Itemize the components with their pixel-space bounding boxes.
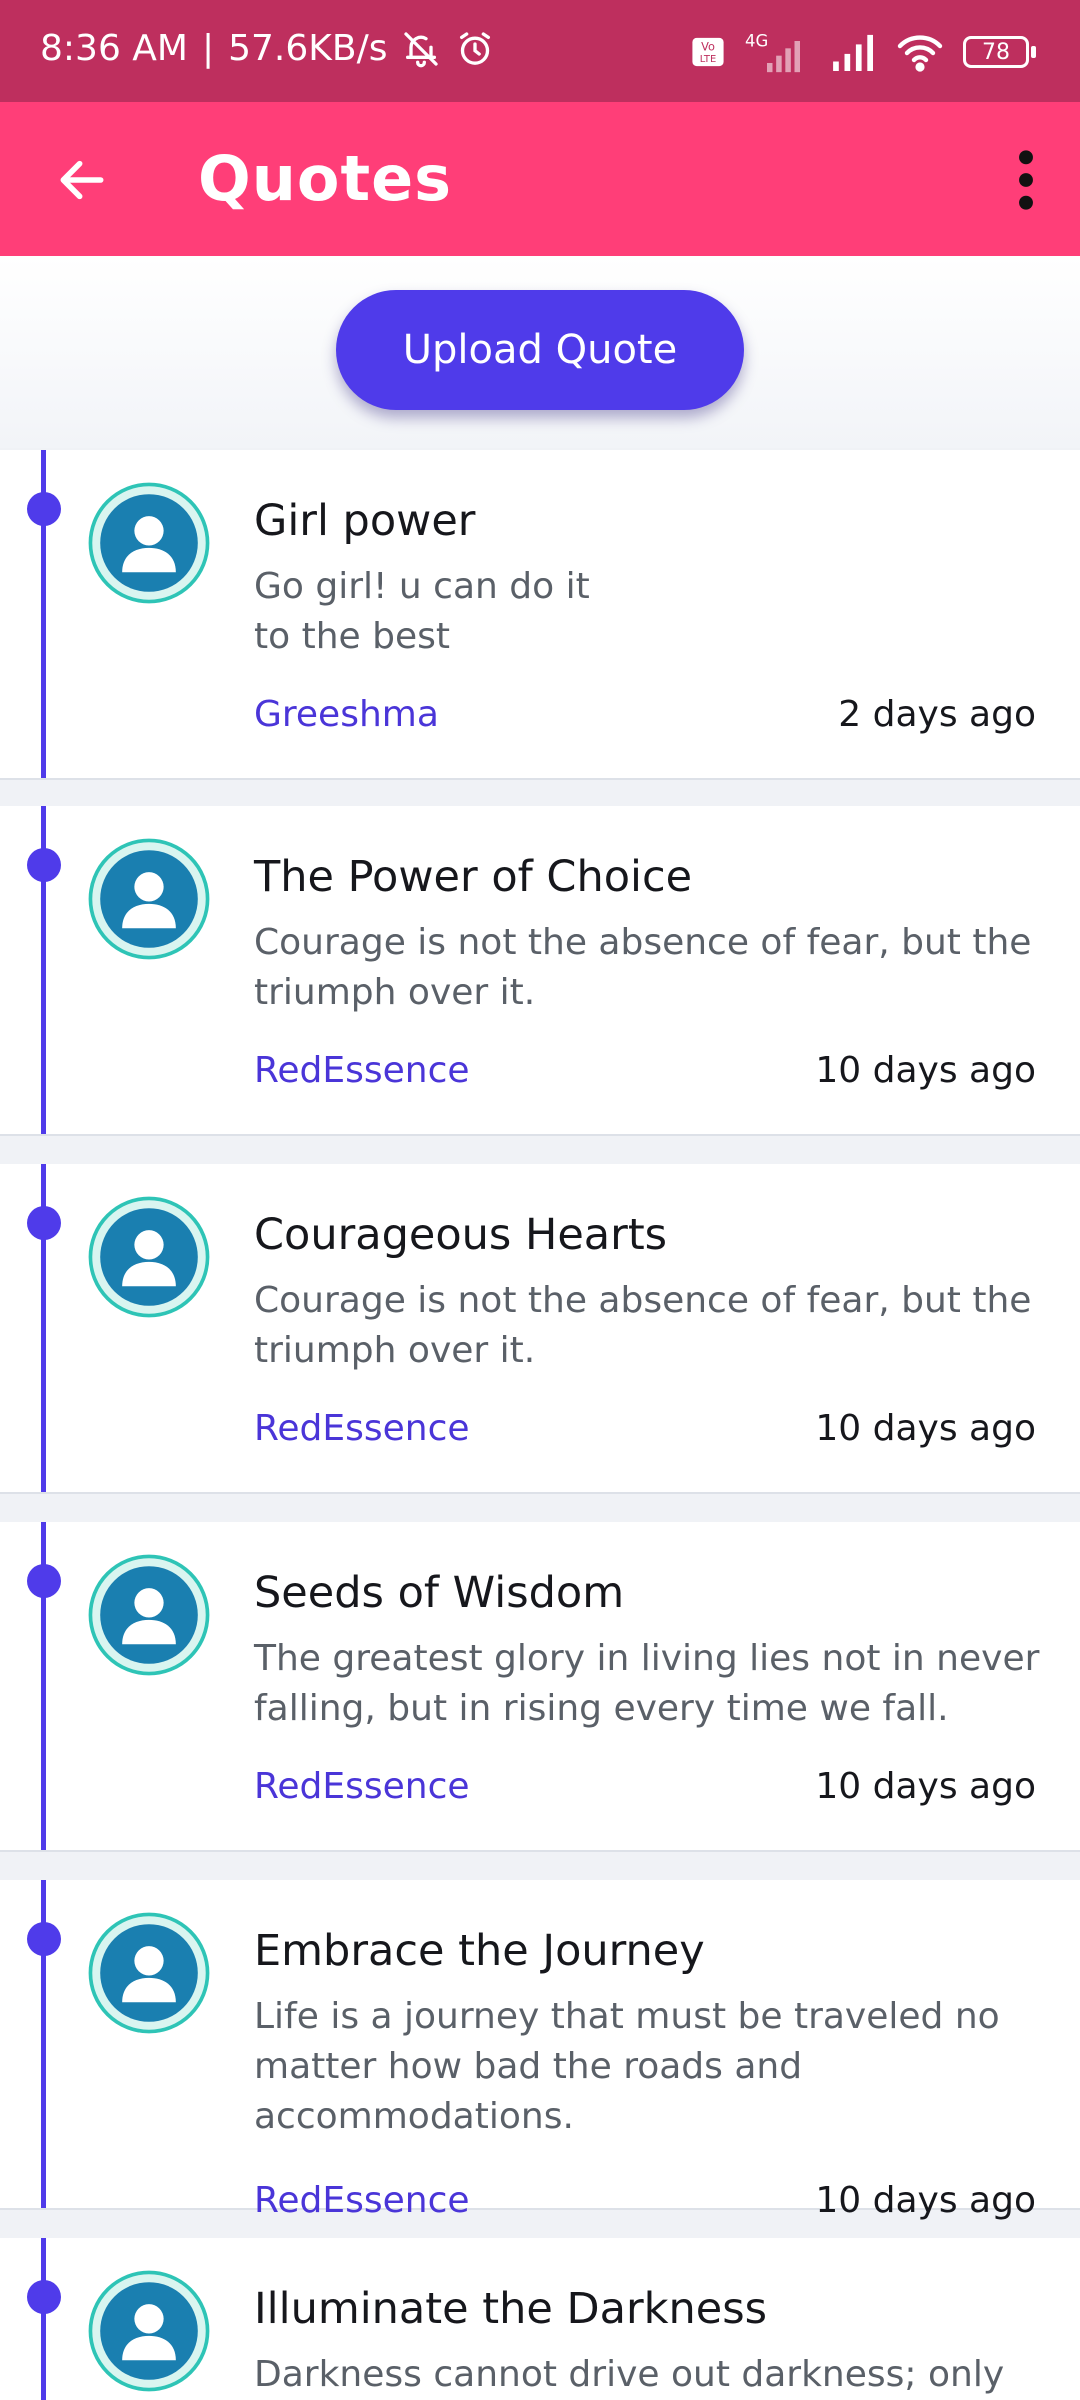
timeline-dot <box>27 2280 61 2314</box>
quote-title: Seeds of Wisdom <box>254 1568 625 1618</box>
quote-timestamp: 10 days ago <box>815 1050 1036 1091</box>
alarm-icon <box>455 29 495 69</box>
signal-4g-icon: 4G <box>743 30 813 74</box>
quote-text: Go girl! u can do it to the best <box>254 562 1044 662</box>
quote-text: Life is a journey that must be traveled … <box>254 1992 1044 2142</box>
quote-title: Illuminate the Darkness <box>254 2284 768 2334</box>
page-title: Quotes <box>198 142 453 215</box>
status-right: Vo LTE 4G 78 <box>691 30 1036 74</box>
back-arrow-icon[interactable] <box>54 152 110 212</box>
app-bar: Quotes <box>0 102 1080 256</box>
quote-text-line: matter how bad the roads and <box>254 2046 803 2087</box>
battery-tip <box>1031 46 1036 58</box>
quote-card[interactable]: Seeds of Wisdom The greatest glory in li… <box>0 1522 1080 1852</box>
signal-icon <box>831 33 877 71</box>
quote-text-line: to the best <box>254 616 450 657</box>
status-separator: | <box>201 28 215 69</box>
quote-author-link[interactable]: RedEssence <box>254 1408 470 1449</box>
quote-card[interactable]: Embrace the Journey Life is a journey th… <box>0 1880 1080 2221</box>
quote-text-line: falling, but in rising every time we fal… <box>254 1688 949 1729</box>
battery-icon: 78 <box>963 36 1036 68</box>
timeline-line <box>41 2238 46 2400</box>
quote-text-line: Life is a journey that must be traveled … <box>254 1996 1000 2037</box>
quote-text: Courage is not the absence of fear, but … <box>254 918 1044 1018</box>
quote-timestamp: 10 days ago <box>815 1766 1036 1807</box>
svg-text:LTE: LTE <box>700 54 716 65</box>
wifi-icon <box>895 32 945 72</box>
quote-title: Courageous Hearts <box>254 1210 668 1260</box>
quote-text-line: triumph over it. <box>254 972 536 1013</box>
avatar-icon[interactable] <box>88 482 210 604</box>
quote-title: Girl power <box>254 496 476 546</box>
notifications-off-icon <box>401 29 441 69</box>
quote-text-line: Courage is not the absence of fear, but … <box>254 922 1032 963</box>
quote-author-link[interactable]: Greeshma <box>254 694 439 735</box>
quote-text-line: The greatest glory in living lies not in… <box>254 1638 1040 1679</box>
svg-text:Vo: Vo <box>701 40 715 54</box>
status-speed: 57.6KB/s <box>228 28 388 69</box>
quote-text-line: Go girl! u can do it <box>254 566 590 607</box>
quote-text: Darkness cannot drive out darkness; only <box>254 2350 1044 2400</box>
avatar-icon[interactable] <box>88 1554 210 1676</box>
quote-text-line: Courage is not the absence of fear, but … <box>254 1280 1032 1321</box>
upload-region: Upload Quote <box>0 256 1080 448</box>
quote-text: Courage is not the absence of fear, but … <box>254 1276 1044 1376</box>
timeline-dot <box>27 492 61 526</box>
quote-card[interactable]: Illuminate the Darkness Darkness cannot … <box>0 2238 1080 2400</box>
status-time: 8:36 AM <box>40 28 188 69</box>
quote-author-link[interactable]: RedEssence <box>254 1766 470 1807</box>
more-vert-icon[interactable] <box>1014 148 1038 216</box>
upload-quote-button[interactable]: Upload Quote <box>336 290 744 410</box>
timeline-dot <box>27 1922 61 1956</box>
status-bar: 8:36 AM | 57.6KB/s Vo LTE 4G 78 <box>0 0 1080 102</box>
quote-title: Embrace the Journey <box>254 1926 705 1976</box>
status-left: 8:36 AM | 57.6KB/s <box>40 28 495 69</box>
timeline-dot <box>27 848 61 882</box>
quote-card[interactable]: Courageous Hearts Courage is not the abs… <box>0 1164 1080 1494</box>
avatar-icon[interactable] <box>88 1196 210 1318</box>
timeline-dot <box>27 1206 61 1240</box>
volte-icon: Vo LTE <box>691 35 725 69</box>
quote-text-line: accommodations. <box>254 2096 574 2137</box>
battery-level: 78 <box>963 36 1029 68</box>
quote-timestamp: 10 days ago <box>815 1408 1036 1449</box>
quote-text: The greatest glory in living lies not in… <box>254 1634 1044 1734</box>
quote-timestamp: 2 days ago <box>838 694 1036 735</box>
avatar-icon[interactable] <box>88 838 210 960</box>
avatar-icon[interactable] <box>88 2270 210 2392</box>
quote-author-link[interactable]: RedEssence <box>254 1050 470 1091</box>
avatar-icon[interactable] <box>88 1912 210 2034</box>
svg-text:4G: 4G <box>745 32 768 51</box>
quote-timestamp: 10 days ago <box>815 2180 1036 2221</box>
quote-card[interactable]: Girl power Go girl! u can do it to the b… <box>0 450 1080 780</box>
timeline-dot <box>27 1564 61 1598</box>
quote-author-link[interactable]: RedEssence <box>254 2180 470 2221</box>
quote-text-line: Darkness cannot drive out darkness; only <box>254 2354 1005 2395</box>
quote-card[interactable]: The Power of Choice Courage is not the a… <box>0 806 1080 1136</box>
quote-text-line: triumph over it. <box>254 1330 536 1371</box>
quote-title: The Power of Choice <box>254 852 693 902</box>
